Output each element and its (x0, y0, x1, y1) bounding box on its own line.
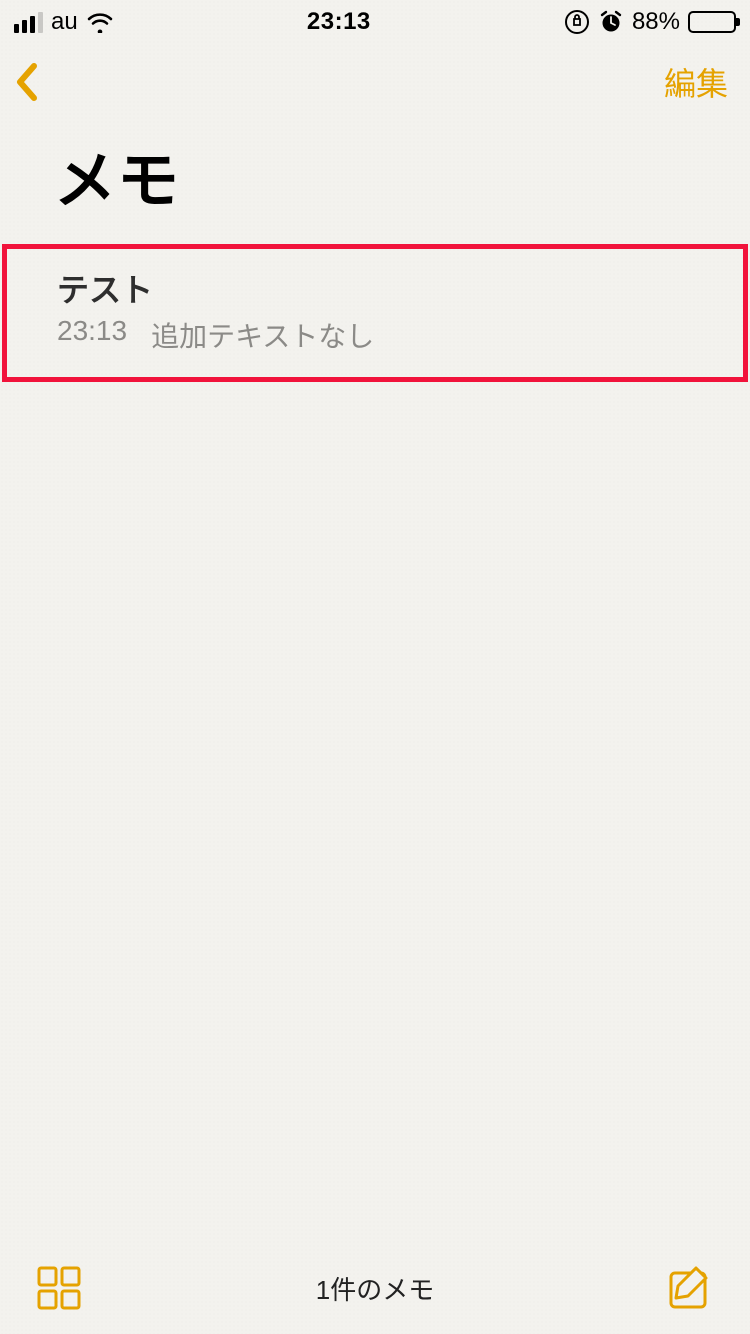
back-button[interactable] (14, 60, 42, 104)
status-bar: au 23:13 88% (0, 0, 750, 44)
bottom-toolbar: 1件のメモ (0, 1242, 750, 1334)
note-title: テスト (57, 265, 697, 311)
orientation-lock-icon (564, 9, 590, 35)
note-time: 23:13 (57, 315, 127, 355)
gallery-view-button[interactable] (36, 1265, 82, 1311)
battery-percentage: 88% (632, 8, 680, 36)
note-excerpt: 追加テキストなし (151, 315, 374, 355)
notes-list: テスト 23:13 追加テキストなし (0, 244, 750, 382)
notes-count-label: 1件のメモ (0, 1270, 750, 1307)
battery-icon (688, 11, 736, 33)
note-item[interactable]: テスト 23:13 追加テキストなし (2, 244, 748, 382)
nav-bar: 編集 (0, 44, 750, 120)
grid-icon (36, 1265, 82, 1311)
alarm-icon (598, 9, 624, 35)
carrier-label: au (51, 8, 78, 36)
edit-button[interactable]: 編集 (664, 59, 728, 105)
page-title: メモ (0, 120, 750, 244)
wifi-icon (86, 11, 114, 33)
status-bar-left: au (14, 8, 114, 36)
status-bar-time: 23:13 (307, 8, 371, 36)
chevron-left-icon (14, 60, 42, 104)
compose-icon (666, 1264, 714, 1312)
status-bar-right: 88% (564, 8, 736, 36)
note-subline: 23:13 追加テキストなし (57, 315, 697, 355)
compose-button[interactable] (666, 1264, 714, 1312)
cellular-signal-icon (14, 12, 43, 33)
